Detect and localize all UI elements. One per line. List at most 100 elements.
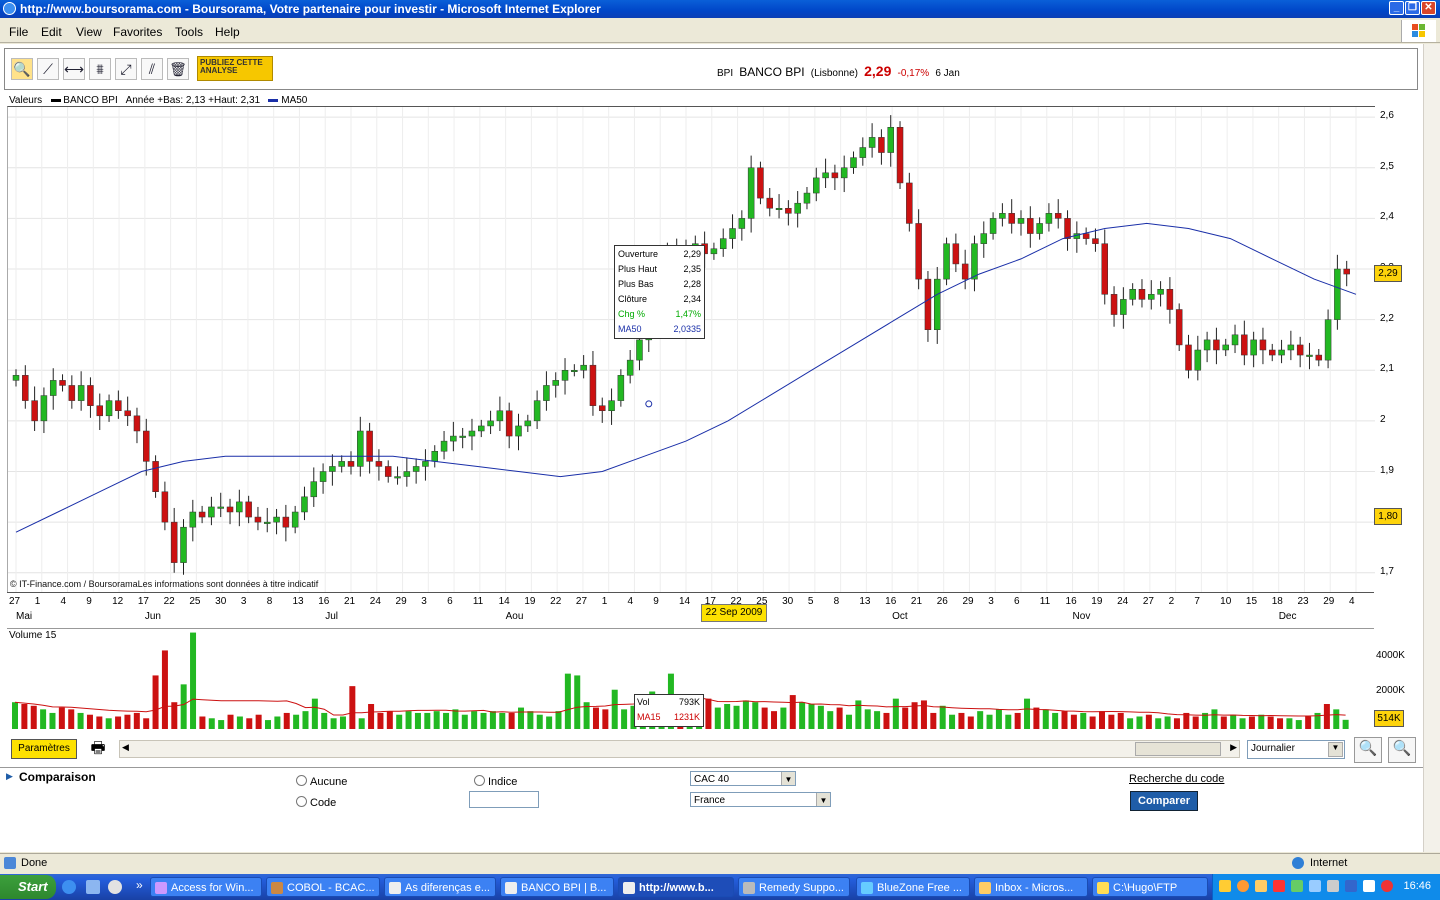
volume-bar (161, 650, 168, 729)
radio-code[interactable] (296, 796, 307, 807)
volume-bar (499, 712, 506, 729)
candle-body (1017, 218, 1025, 224)
tray-icon[interactable] (1237, 880, 1249, 892)
window-title-bar[interactable]: http://www.boursorama.com - Boursorama, … (0, 0, 1440, 18)
candle-body (552, 380, 559, 386)
candle-body (208, 506, 215, 518)
volume-bar (133, 712, 140, 729)
task-button[interactable]: BANCO BPI | B... (500, 877, 614, 897)
candle-body (431, 451, 438, 462)
candle-tooltip: Ouverture 2,29 Plus Haut 2,35 Plus Bas 2,28… (614, 245, 705, 339)
scroll-right-icon[interactable]: ▶ (1230, 742, 1237, 753)
x-tick-label: 4 (627, 596, 634, 607)
trendline-tool-icon[interactable]: ⟋ (37, 58, 59, 80)
ie-quicklaunch-icon[interactable] (62, 880, 76, 894)
volume-bar (1136, 716, 1143, 729)
candle-body (282, 516, 290, 528)
fibonacci-tool-icon[interactable]: ⩩ (89, 58, 111, 80)
menu-tools[interactable]: Tools (175, 25, 203, 39)
y-tick-label: 2,4 (1380, 211, 1394, 223)
x-tick-label: 30 (782, 596, 794, 607)
expand-arrow-icon[interactable]: ▶ (6, 771, 13, 782)
volume-bar (1080, 712, 1087, 729)
zoom-in-icon[interactable]: 🔍 (1388, 737, 1416, 763)
close-button[interactable]: ✕ (1421, 1, 1436, 15)
menu-help[interactable]: Help (215, 25, 240, 39)
chart-horizontal-scrollbar[interactable]: ◀ ▶ (119, 740, 1240, 758)
volume-bar (58, 707, 65, 729)
zoom-tool-icon[interactable]: 🔍 (11, 58, 33, 80)
tray-icon[interactable] (1363, 880, 1375, 892)
task-button[interactable]: BlueZone Free ... (856, 877, 970, 897)
last-price-tag: 2,29 (1374, 265, 1402, 282)
start-button[interactable]: Start (0, 875, 56, 899)
tray-icon[interactable] (1309, 880, 1321, 892)
volume-bar (1295, 720, 1302, 729)
tray-icon[interactable] (1219, 880, 1231, 892)
publiez-analyse-button[interactable]: PUBLIEZ CETTE ANALYSE (197, 56, 273, 81)
recherche-code-link[interactable]: Recherche du code (1129, 773, 1224, 785)
task-button[interactable]: As diferenças e... (384, 877, 496, 897)
volume-bar (433, 711, 440, 729)
more-quicklaunch-icon[interactable]: » (136, 878, 143, 892)
country-select[interactable]: France ▼ (690, 792, 831, 807)
parametres-button[interactable]: Paramètres (11, 739, 77, 759)
candle-body (1166, 289, 1174, 310)
task-button-active[interactable]: http://www.b... (618, 877, 734, 897)
restore-button[interactable]: ❐ (1405, 1, 1420, 15)
task-button[interactable]: Remedy Suppo... (738, 877, 850, 897)
candle-body (468, 430, 476, 437)
x-month-label: Oct (892, 611, 908, 622)
menu-favorites[interactable]: Favorites (113, 25, 162, 39)
parallel-tool-icon[interactable]: ⫽ (141, 58, 163, 80)
candle-body (375, 461, 383, 467)
tray-icon[interactable] (1345, 880, 1357, 892)
legend-range: Année +Bas: 2,13 +Haut: 2,31 (125, 95, 261, 106)
candle-body (459, 435, 466, 438)
media-quicklaunch-icon[interactable] (108, 880, 122, 894)
tray-icon[interactable] (1273, 880, 1285, 892)
volume-bar (527, 711, 534, 729)
zoom-out-icon[interactable]: 🔍 (1354, 737, 1382, 763)
horizontal-line-tool-icon[interactable]: ⟷ (63, 58, 85, 80)
period-select[interactable]: Journalier ▼ (1247, 740, 1345, 759)
vertical-scrollbar[interactable] (1423, 44, 1440, 852)
ma50-marker (645, 400, 653, 408)
price-chart-area[interactable] (7, 106, 1375, 593)
volume-bar (780, 707, 787, 729)
volume-bar (152, 675, 159, 729)
code-input[interactable] (469, 791, 539, 808)
printer-icon[interactable]: 🖶 (86, 737, 110, 759)
task-button[interactable]: Access for Win... (150, 877, 262, 897)
volume-bar (1239, 718, 1246, 729)
task-button[interactable]: COBOL - BCAC... (266, 877, 380, 897)
desktop-quicklaunch-icon[interactable] (86, 880, 100, 894)
radio-indice[interactable] (474, 775, 485, 786)
index-select[interactable]: CAC 40 ▼ (690, 771, 796, 786)
tray-icon[interactable] (1291, 880, 1303, 892)
candle-body (868, 137, 876, 148)
tray-icon[interactable] (1255, 880, 1267, 892)
radio-aucune[interactable] (296, 775, 307, 786)
volume-bar (986, 714, 993, 729)
x-tick-label: 24 (1117, 596, 1129, 607)
scroll-thumb[interactable] (1135, 742, 1221, 756)
candle-body (254, 516, 262, 523)
tray-icon[interactable] (1381, 880, 1393, 892)
comparer-button[interactable]: Comparer (1130, 791, 1198, 811)
scroll-left-icon[interactable]: ◀ (122, 742, 129, 753)
trash-icon[interactable]: 🗑 (167, 58, 189, 80)
minimize-button[interactable]: _ (1389, 1, 1404, 15)
task-button[interactable]: Inbox - Micros... (974, 877, 1088, 897)
task-button[interactable]: C:\Hugo\FTP (1092, 877, 1208, 897)
channel-tool-icon[interactable]: ⤢ (115, 58, 137, 80)
volume-bar (21, 704, 28, 729)
candle-body (96, 405, 103, 417)
volume-bar (480, 712, 487, 729)
tray-icon[interactable] (1327, 880, 1339, 892)
volume-bar (489, 711, 496, 729)
menu-edit[interactable]: Edit (41, 25, 62, 39)
candle-body (831, 172, 839, 179)
menu-view[interactable]: View (76, 25, 102, 39)
menu-file[interactable]: File (9, 25, 28, 39)
